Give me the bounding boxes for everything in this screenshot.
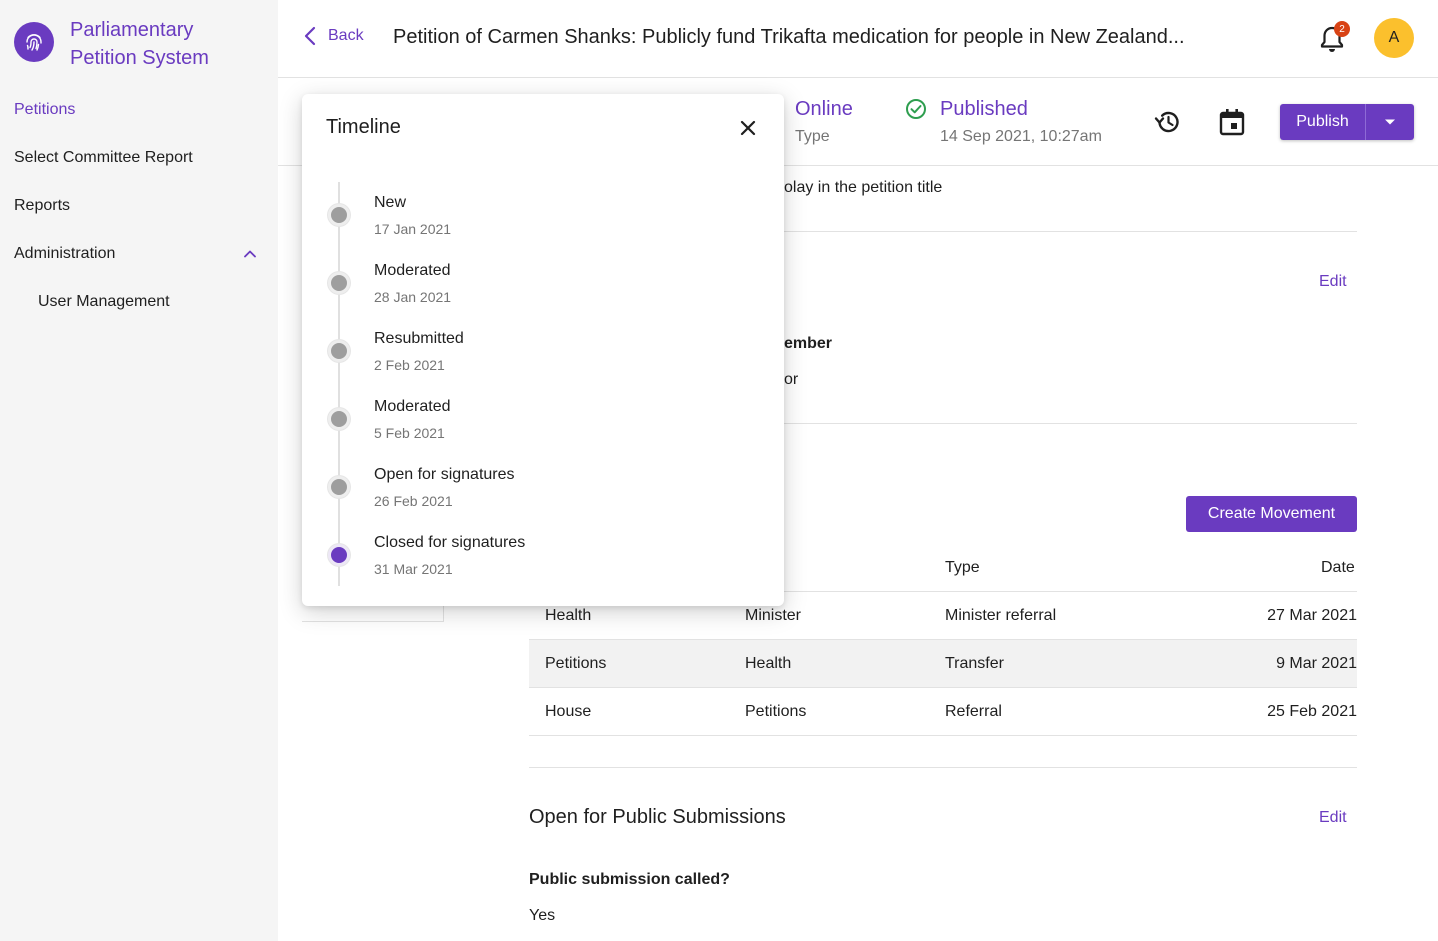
timeline-event-date: 28 Jan 2021 — [374, 289, 452, 305]
back-label: Back — [328, 27, 364, 44]
timeline-dot — [328, 408, 350, 430]
publish-button-group: Publish — [1280, 104, 1414, 140]
edit-link[interactable]: Edit — [1319, 273, 1347, 291]
member-label: ember — [784, 335, 833, 352]
cell-date: 27 Mar 2021 — [1267, 607, 1357, 624]
chevron-up-icon[interactable] — [242, 246, 258, 262]
title-hint-text: olay in the petition title — [784, 179, 943, 196]
app-title: Parliamentary Petition System — [70, 19, 209, 69]
sidebar-item-user-management[interactable]: User Management — [38, 293, 170, 311]
timeline-event-date: 17 Jan 2021 — [374, 221, 452, 237]
timeline-event-label: Closed for signatures — [374, 534, 526, 551]
timeline-event-date: 5 Feb 2021 — [374, 425, 445, 441]
column-header-type: Type — [945, 559, 980, 576]
close-icon[interactable] — [736, 116, 760, 140]
cell-type: Referral — [945, 703, 1002, 720]
member-value: or — [784, 371, 799, 388]
cell-from: House — [545, 703, 592, 720]
cell-from: Health — [545, 607, 592, 624]
column-header-date: Date — [1321, 559, 1355, 576]
page-header: Back Petition of Carmen Shanks: Publicly… — [278, 0, 1438, 78]
edit-public-submissions-link[interactable]: Edit — [1319, 809, 1347, 827]
timeline-event-label: Resubmitted — [374, 330, 464, 347]
sidebar-item-administration[interactable]: Administration — [14, 245, 115, 263]
timeline-dot — [328, 340, 350, 362]
sidebar-item-select-committee-report[interactable]: Select Committee Report — [14, 149, 193, 167]
cell-to: Health — [745, 655, 792, 672]
publish-dropdown-button[interactable] — [1365, 104, 1414, 140]
status-date: 14 Sep 2021, 10:27am — [940, 128, 1102, 145]
cell-to: Minister — [745, 607, 802, 624]
calendar-icon[interactable] — [1216, 106, 1248, 138]
timeline-dot — [328, 476, 350, 498]
sidebar: Parliamentary Petition System Petitions … — [0, 0, 278, 941]
petition-type-value: Online — [795, 98, 853, 120]
public-submission-answer: Yes — [529, 907, 556, 924]
timeline-popover: Timeline New 17 Jan 2021 Moderated 28 Ja… — [302, 94, 784, 606]
cell-type: Transfer — [945, 655, 1004, 672]
check-circle-icon — [906, 99, 926, 119]
chevron-left-icon — [304, 26, 316, 46]
sidebar-item-petitions[interactable]: Petitions — [14, 101, 75, 119]
avatar[interactable]: A — [1374, 18, 1414, 58]
cell-type: Minister referral — [945, 607, 1057, 624]
timeline-event-date: 26 Feb 2021 — [374, 493, 453, 509]
timeline-event-date: 31 Mar 2021 — [374, 561, 453, 577]
timeline-event-label: Open for signatures — [374, 466, 515, 483]
petition-type-label: Type — [795, 128, 830, 145]
public-submissions-title: Open for Public Submissions — [529, 806, 786, 828]
notification-badge: 2 — [1334, 21, 1350, 37]
sidebar-item-reports[interactable]: Reports — [14, 197, 70, 215]
brand[interactable]: Parliamentary Petition System — [14, 16, 240, 72]
create-movement-button[interactable]: Create Movement — [1186, 496, 1357, 532]
timeline-line — [338, 182, 340, 586]
caret-down-icon — [1385, 119, 1395, 125]
table-row[interactable]: House Petitions Referral 25 Feb 2021 — [529, 688, 1357, 736]
side-card — [302, 606, 444, 622]
timeline-dot — [328, 272, 350, 294]
cell-to: Petitions — [745, 703, 807, 720]
timeline-dot-current — [328, 544, 350, 566]
cell-from: Petitions — [545, 655, 607, 672]
status-badge: Published — [940, 98, 1028, 120]
table-row[interactable]: Petitions Health Transfer 9 Mar 2021 — [529, 640, 1357, 688]
timeline-title: Timeline — [326, 116, 401, 138]
timeline-event-label: Moderated — [374, 262, 451, 279]
back-button[interactable]: Back — [304, 26, 364, 46]
publish-button[interactable]: Publish — [1280, 104, 1365, 140]
timeline-event-date: 2 Feb 2021 — [374, 357, 445, 373]
page-title: Petition of Carmen Shanks: Publicly fund… — [393, 26, 1185, 48]
timeline-event-label: New — [374, 194, 407, 211]
timeline-dot — [328, 204, 350, 226]
cell-date: 9 Mar 2021 — [1276, 655, 1357, 672]
public-submission-question: Public submission called? — [529, 871, 730, 888]
fingerprint-icon — [14, 22, 54, 62]
divider — [529, 767, 1357, 768]
cell-date: 25 Feb 2021 — [1267, 703, 1357, 720]
history-icon[interactable] — [1152, 106, 1184, 138]
timeline-event-label: Moderated — [374, 398, 451, 415]
